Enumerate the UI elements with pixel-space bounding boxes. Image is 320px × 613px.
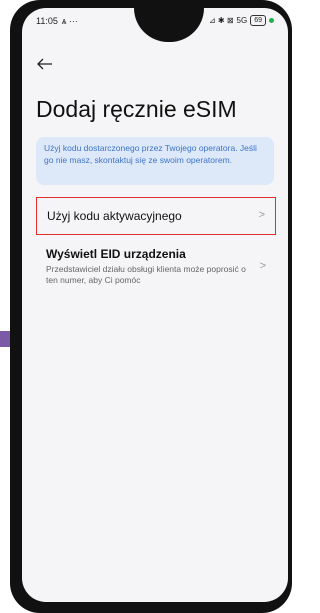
show-eid-item[interactable]: Wyświetl EID urządzenia Przedstawiciel d… bbox=[36, 242, 276, 292]
status-notification-icons: ѧ ··· bbox=[61, 16, 78, 26]
phone-frame: 11:05 ѧ ··· ⊿ ✱ ⊠ 5G 69 Dodaj ręcznie eS… bbox=[10, 0, 292, 613]
chevron-right-icon: > bbox=[258, 209, 265, 221]
status-right: ⊿ ✱ ⊠ 5G 69 bbox=[209, 15, 274, 26]
battery-icon: 69 bbox=[250, 15, 266, 26]
info-message-box: Użyj kodu dostarczonego przez Twojego op… bbox=[36, 137, 274, 185]
status-left: 11:05 ѧ ··· bbox=[36, 16, 78, 26]
phone-screen: 11:05 ѧ ··· ⊿ ✱ ⊠ 5G 69 Dodaj ręcznie eS… bbox=[22, 8, 288, 602]
status-dot-icon bbox=[269, 18, 274, 23]
show-eid-description: Przedstawiciel działu obsługi klienta mo… bbox=[46, 264, 246, 285]
arrow-left-icon bbox=[37, 58, 52, 70]
status-time: 11:05 bbox=[36, 16, 58, 26]
chevron-right-icon: > bbox=[259, 260, 266, 272]
use-activation-code-label: Użyj kodu aktywacyjnego bbox=[47, 209, 182, 223]
battery-level: 69 bbox=[254, 17, 262, 24]
show-eid-label: Wyświetl EID urządzenia bbox=[46, 247, 186, 261]
network-indicator: 5G bbox=[236, 16, 248, 25]
use-activation-code-item[interactable]: Użyj kodu aktywacyjnego > bbox=[36, 197, 276, 235]
back-arrow-icon[interactable] bbox=[36, 55, 54, 76]
status-system-icons: ⊿ ✱ ⊠ bbox=[208, 16, 234, 25]
page-title: Dodaj ręcznie eSIM bbox=[36, 96, 237, 122]
info-message-text: Użyj kodu dostarczonego przez Twojego op… bbox=[44, 143, 257, 165]
